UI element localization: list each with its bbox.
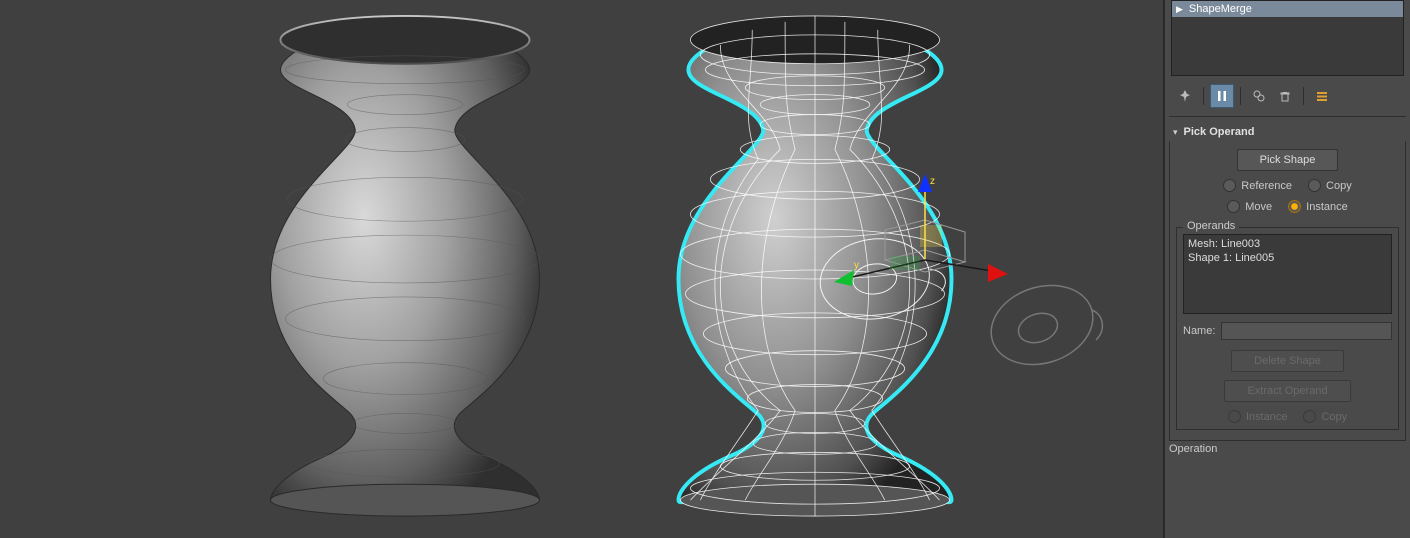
radio-extract-copy: Copy xyxy=(1303,410,1347,423)
modifier-toolbar xyxy=(1169,82,1406,117)
delete-shape-button[interactable]: Delete Shape xyxy=(1231,350,1344,372)
remove-modifier-icon[interactable] xyxy=(1273,84,1297,108)
radio-label: Instance xyxy=(1246,411,1288,423)
modifier-name: ShapeMerge xyxy=(1189,3,1252,15)
radio-extract-instance: Instance xyxy=(1228,410,1288,423)
radio-label: Instance xyxy=(1306,201,1348,213)
name-label: Name: xyxy=(1183,325,1215,337)
radio-instance[interactable]: Instance xyxy=(1288,200,1348,213)
rollout-header[interactable]: ▾ Pick Operand xyxy=(1169,123,1406,141)
configure-modifier-sets-icon[interactable] xyxy=(1310,84,1334,108)
operand-item[interactable]: Mesh: Line003 xyxy=(1188,237,1387,251)
vase-shaded xyxy=(230,0,580,538)
modifier-stack[interactable]: ▶ ShapeMerge xyxy=(1171,0,1404,76)
radio-copy[interactable]: Copy xyxy=(1308,179,1352,192)
radio-label: Move xyxy=(1245,201,1272,213)
pick-shape-button[interactable]: Pick Shape xyxy=(1237,149,1339,171)
command-panel: ▶ ShapeMerge xyxy=(1163,0,1410,538)
extract-operand-button[interactable]: Extract Operand xyxy=(1224,380,1350,402)
rollout-operation-title[interactable]: Operation xyxy=(1169,443,1406,455)
vase-wireframe-selected[interactable] xyxy=(640,0,990,538)
radio-label: Copy xyxy=(1326,180,1352,192)
operands-listbox[interactable]: Mesh: Line003 Shape 1: Line005 xyxy=(1183,234,1392,314)
modifier-stack-item[interactable]: ▶ ShapeMerge xyxy=(1172,1,1403,17)
viewport[interactable]: z y xyxy=(0,0,1163,538)
operand-shape-wire[interactable] xyxy=(980,260,1110,380)
show-end-result-icon[interactable] xyxy=(1210,84,1234,108)
rollout-title: Pick Operand xyxy=(1184,126,1255,138)
pin-stack-icon[interactable] xyxy=(1173,84,1197,108)
radio-reference[interactable]: Reference xyxy=(1223,179,1292,192)
radio-label: Reference xyxy=(1241,180,1292,192)
group-legend: Operands xyxy=(1183,220,1239,232)
operand-item[interactable]: Shape 1: Line005 xyxy=(1188,251,1387,265)
operand-name-input[interactable] xyxy=(1221,322,1392,340)
chevron-down-icon: ▾ xyxy=(1173,127,1178,138)
radio-move[interactable]: Move xyxy=(1227,200,1272,213)
expand-icon[interactable]: ▶ xyxy=(1176,4,1183,15)
make-unique-icon[interactable] xyxy=(1247,84,1271,108)
radio-label: Copy xyxy=(1321,411,1347,423)
rollout-pick-operand: ▾ Pick Operand Pick Shape Reference Copy xyxy=(1169,123,1406,441)
operands-group: Operands Mesh: Line003 Shape 1: Line005 … xyxy=(1176,227,1399,430)
